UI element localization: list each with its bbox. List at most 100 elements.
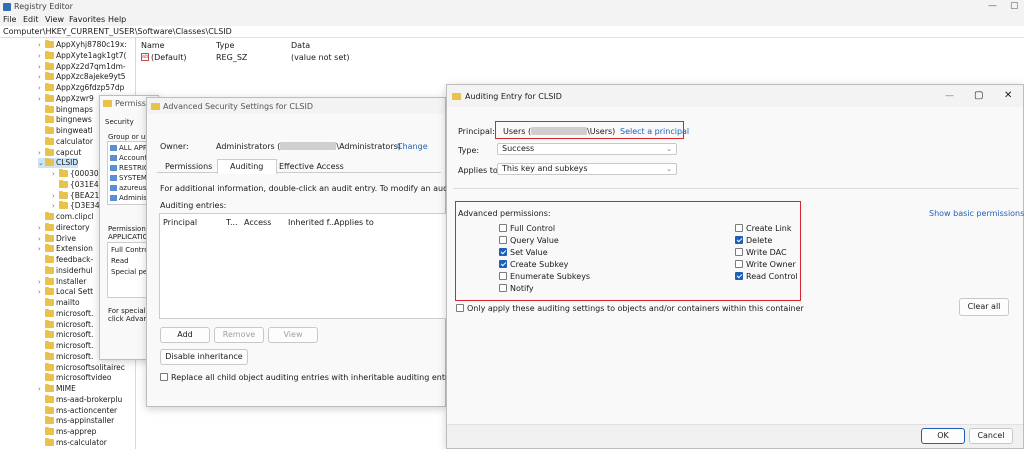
- tree-item[interactable]: microsoft.: [38, 351, 93, 362]
- tree-item[interactable]: ms-calculator: [38, 437, 107, 448]
- tree-item[interactable]: microsoftvideo: [38, 373, 111, 383]
- principal-item[interactable]: RESTRIC: [110, 164, 149, 172]
- tree-item[interactable]: › {BEA21: [52, 190, 99, 201]
- menu-help[interactable]: Help: [108, 15, 126, 24]
- minimize-button[interactable]: —: [988, 1, 997, 11]
- chevron-right-icon[interactable]: ›: [38, 234, 45, 244]
- tab-security[interactable]: Security: [105, 118, 134, 126]
- audit-minimize-button[interactable]: —: [945, 91, 954, 101]
- tree-item[interactable]: microsoft.: [38, 330, 93, 340]
- permission-checkbox[interactable]: [499, 236, 507, 244]
- chevron-right-icon[interactable]: ›: [38, 148, 45, 158]
- permission-option[interactable]: Enumerate Subkeys: [499, 272, 590, 281]
- permission-option[interactable]: Create Link: [735, 224, 792, 233]
- audit-maximize-button[interactable]: ▢: [974, 90, 983, 101]
- tree-item[interactable]: bingnews: [38, 115, 92, 125]
- chevron-down-icon[interactable]: ⌄: [38, 158, 45, 168]
- address-bar[interactable]: Computer\HKEY_CURRENT_USER\Software\Clas…: [0, 26, 1024, 38]
- replace-child-checkbox[interactable]: [160, 373, 168, 381]
- principal-item[interactable]: SYSTEM: [110, 174, 147, 182]
- permission-checkbox[interactable]: [735, 224, 743, 232]
- tree-item[interactable]: › MIME: [38, 384, 76, 394]
- maximize-button[interactable]: ▢: [1010, 1, 1019, 11]
- permission-checkbox[interactable]: [499, 272, 507, 280]
- col-inherited[interactable]: Inherited f...: [288, 218, 336, 227]
- permission-checkbox[interactable]: [499, 224, 507, 232]
- tree-item[interactable]: › AppXz2d7qm1dm-: [38, 61, 126, 72]
- tree-item[interactable]: microsoft.: [38, 341, 93, 351]
- tree-item[interactable]: › AppXzg6fdzp57dp: [38, 83, 124, 93]
- principal-item[interactable]: azureuse: [110, 184, 151, 192]
- permission-checkbox[interactable]: [735, 272, 743, 280]
- tree-item[interactable]: › Installer: [38, 276, 86, 287]
- chevron-right-icon[interactable]: ›: [52, 191, 59, 201]
- tree-item[interactable]: ms-aad-brokerplu: [38, 394, 122, 405]
- tree-item[interactable]: › AppXzc8ajeke9yt5: [38, 72, 126, 82]
- permission-option[interactable]: Read Control: [735, 272, 798, 281]
- add-button[interactable]: Add: [160, 327, 210, 343]
- audit-close-button[interactable]: ✕: [1004, 90, 1012, 101]
- tree-item[interactable]: microsoft.: [38, 319, 93, 330]
- remove-button[interactable]: Remove: [214, 327, 264, 343]
- only-apply-checkbox[interactable]: [456, 304, 464, 312]
- chevron-right-icon[interactable]: ›: [38, 40, 45, 50]
- tree-item[interactable]: › AppXzwr9: [38, 93, 94, 104]
- only-apply-row[interactable]: Only apply these auditing settings to ob…: [456, 304, 804, 313]
- col-principal[interactable]: Principal: [163, 218, 197, 227]
- tree-item[interactable]: microsoftsolitairec: [38, 362, 125, 373]
- tree-item[interactable]: ms-apprep: [38, 427, 96, 437]
- clear-all-button[interactable]: Clear all: [959, 298, 1009, 316]
- tree-item[interactable]: mailto: [38, 298, 80, 308]
- chevron-right-icon[interactable]: ›: [52, 169, 59, 179]
- col-applies-to[interactable]: Applies to: [334, 218, 374, 227]
- ok-button[interactable]: OK: [921, 428, 965, 444]
- tree-item[interactable]: › Extension: [38, 244, 93, 254]
- tree-item[interactable]: microsoft.: [38, 308, 93, 319]
- permission-option[interactable]: Notify: [499, 284, 534, 293]
- tree-item[interactable]: › AppXyhj8780c19x:: [38, 40, 127, 50]
- show-basic-permissions-link[interactable]: Show basic permissions: [929, 209, 1024, 218]
- col-access[interactable]: Access: [244, 218, 271, 227]
- tree-item[interactable]: › Local Sett: [38, 287, 93, 297]
- tree-item[interactable]: feedback-: [38, 255, 93, 265]
- chevron-right-icon[interactable]: ›: [38, 287, 45, 297]
- column-name[interactable]: Name: [141, 41, 165, 50]
- col-type[interactable]: T...: [226, 218, 238, 227]
- permission-checkbox[interactable]: [735, 260, 743, 268]
- tree-item[interactable]: › directory: [38, 222, 90, 233]
- tree-item[interactable]: › {D3E34: [52, 201, 100, 211]
- permission-option[interactable]: Full Control: [499, 224, 555, 233]
- menu-view[interactable]: View: [45, 15, 64, 24]
- permission-option[interactable]: Write DAC: [735, 248, 787, 257]
- chevron-right-icon[interactable]: ›: [38, 51, 45, 61]
- tree-item[interactable]: › {00030: [52, 169, 99, 179]
- permission-option[interactable]: Query Value: [499, 236, 559, 245]
- chevron-right-icon[interactable]: ›: [38, 223, 45, 233]
- permission-option[interactable]: Delete: [735, 236, 772, 245]
- tree-item[interactable]: › AppXyte1agk1gt7(: [38, 50, 126, 61]
- chevron-right-icon[interactable]: ›: [52, 201, 59, 211]
- column-type[interactable]: Type: [216, 41, 234, 50]
- chevron-right-icon[interactable]: ›: [38, 62, 45, 72]
- type-select[interactable]: Success ⌄: [497, 143, 677, 155]
- principal-item[interactable]: Account: [110, 154, 147, 162]
- permission-checkbox[interactable]: [499, 260, 507, 268]
- tree-item[interactable]: ⌄ CLSID: [38, 158, 79, 169]
- value-row[interactable]: ab (Default) REG_SZ (value not set): [139, 52, 439, 63]
- chevron-right-icon[interactable]: ›: [38, 384, 45, 394]
- tab-auditing-active[interactable]: Auditing: [217, 159, 277, 174]
- view-button[interactable]: View: [268, 327, 318, 343]
- permission-checkbox[interactable]: [735, 248, 743, 256]
- tree-item[interactable]: com.clipcl: [38, 212, 94, 222]
- permission-option[interactable]: Create Subkey: [499, 260, 568, 269]
- auditing-entries-table[interactable]: Principal T... Access Inherited f... App…: [159, 213, 449, 319]
- tree-item[interactable]: ms-appinstaller: [38, 416, 114, 426]
- tree-item[interactable]: insiderhul: [38, 265, 93, 276]
- tree-item[interactable]: › Drive: [38, 233, 76, 244]
- column-data[interactable]: Data: [291, 41, 310, 50]
- permission-checkbox[interactable]: [735, 236, 743, 244]
- tree-item[interactable]: {031E4: [52, 179, 99, 190]
- disable-inheritance-button[interactable]: Disable inheritance: [160, 349, 248, 365]
- permission-checkbox[interactable]: [499, 284, 507, 292]
- principal-item[interactable]: Administ: [110, 194, 150, 202]
